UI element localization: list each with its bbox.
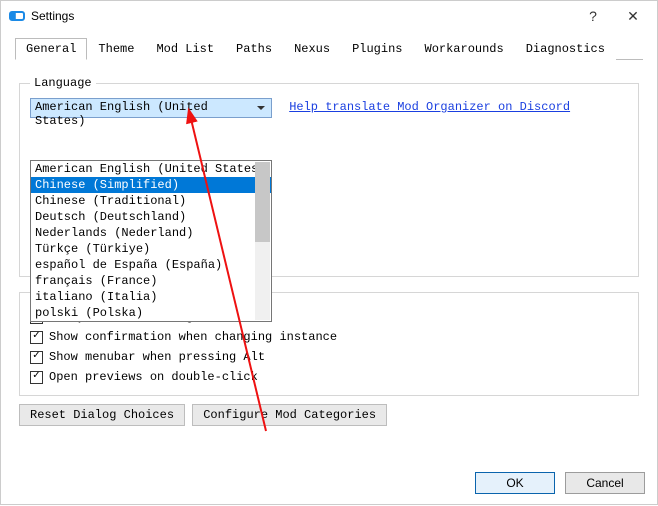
misc-row-3[interactable]: Open previews on double-click bbox=[30, 367, 628, 387]
group-language-legend: Language bbox=[30, 76, 96, 90]
tab-modlist[interactable]: Mod List bbox=[145, 38, 225, 60]
lang-opt-4[interactable]: Nederlands (Nederland) bbox=[31, 225, 271, 241]
tab-diagnostics[interactable]: Diagnostics bbox=[515, 38, 616, 60]
lang-opt-7[interactable]: français (France) bbox=[31, 273, 271, 289]
window-title: Settings bbox=[31, 9, 74, 23]
tab-content-general: Language American English (United States… bbox=[1, 60, 657, 464]
tab-general[interactable]: General bbox=[15, 38, 87, 60]
configure-mod-categories-button[interactable]: Configure Mod Categories bbox=[192, 404, 387, 426]
checkbox-icon bbox=[30, 371, 43, 384]
reset-dialog-choices-button[interactable]: Reset Dialog Choices bbox=[19, 404, 185, 426]
tab-plugins[interactable]: Plugins bbox=[341, 38, 413, 60]
settings-window: Settings General Theme Mod List Paths Ne… bbox=[0, 0, 658, 505]
titlebar: Settings bbox=[1, 1, 657, 31]
lang-opt-6[interactable]: español de España (España) bbox=[31, 257, 271, 273]
lang-opt-3[interactable]: Deutsch (Deutschland) bbox=[31, 209, 271, 225]
app-icon bbox=[9, 11, 25, 21]
close-button[interactable] bbox=[613, 1, 653, 31]
discord-translate-link[interactable]: Help translate Mod Organizer on Discord bbox=[289, 98, 570, 114]
misc-label: Open previews on double-click bbox=[49, 370, 258, 384]
checkbox-icon bbox=[30, 351, 43, 364]
tab-theme[interactable]: Theme bbox=[87, 38, 145, 60]
tab-workarounds[interactable]: Workarounds bbox=[414, 38, 515, 60]
lang-opt-9[interactable]: polski (Polska) bbox=[31, 305, 271, 321]
lang-opt-1[interactable]: Chinese (Simplified) bbox=[31, 177, 271, 193]
ok-button[interactable]: OK bbox=[475, 472, 555, 494]
lang-opt-5[interactable]: Türkçe (Türkiye) bbox=[31, 241, 271, 257]
tab-paths[interactable]: Paths bbox=[225, 38, 283, 60]
tab-bar: General Theme Mod List Paths Nexus Plugi… bbox=[1, 31, 657, 59]
checkbox-icon bbox=[30, 331, 43, 344]
lang-opt-2[interactable]: Chinese (Traditional) bbox=[31, 193, 271, 209]
misc-label: Show confirmation when changing instance bbox=[49, 330, 337, 344]
language-dropdown-list[interactable]: American English (United States) Chinese… bbox=[30, 160, 272, 322]
tab-nexus[interactable]: Nexus bbox=[283, 38, 341, 60]
cancel-button[interactable]: Cancel bbox=[565, 472, 645, 494]
misc-label: Show menubar when pressing Alt bbox=[49, 350, 265, 364]
lang-opt-8[interactable]: italiano (Italia) bbox=[31, 289, 271, 305]
help-button[interactable] bbox=[573, 1, 613, 31]
misc-row-1[interactable]: Show confirmation when changing instance bbox=[30, 327, 628, 347]
dialog-footer: OK Cancel bbox=[1, 464, 657, 504]
misc-row-2[interactable]: Show menubar when pressing Alt bbox=[30, 347, 628, 367]
dropdown-scrollbar[interactable] bbox=[255, 162, 270, 320]
lang-opt-0[interactable]: American English (United States) bbox=[31, 161, 271, 177]
language-combo[interactable]: American English (United States) bbox=[30, 98, 272, 118]
